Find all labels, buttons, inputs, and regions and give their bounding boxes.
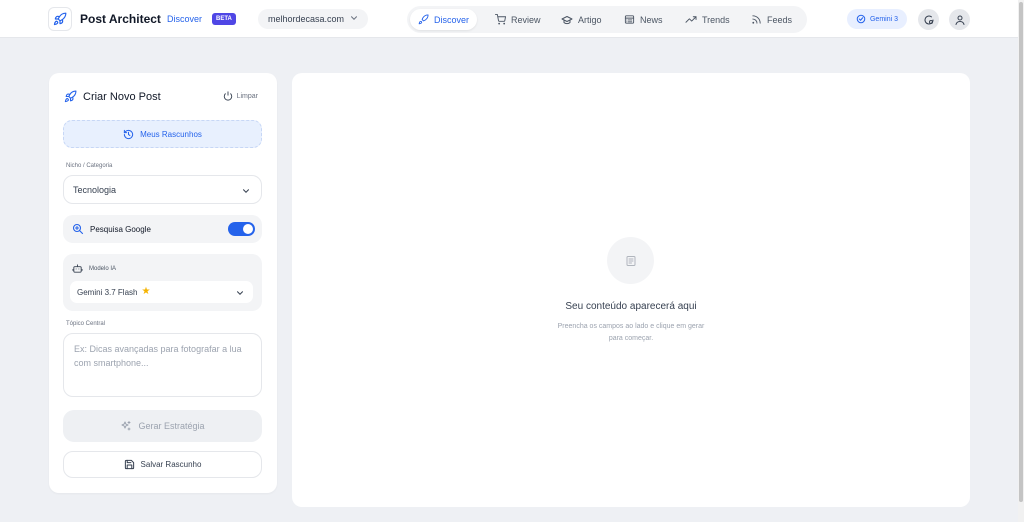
power-icon	[223, 91, 232, 101]
app-subtitle: Discover	[167, 14, 203, 24]
page-scrollbar[interactable]	[1018, 0, 1024, 522]
cart-icon	[495, 14, 506, 25]
topic-label: Tópico Central	[66, 321, 106, 327]
nav-tab-discover[interactable]: Discover	[410, 9, 478, 30]
clear-button-label: Limpar	[236, 92, 258, 100]
panel-title: Criar Novo Post	[64, 90, 161, 103]
user-icon	[955, 15, 964, 25]
check-badge-icon	[856, 14, 866, 24]
robot-icon	[72, 264, 83, 273]
newspaper-icon	[624, 15, 635, 24]
chevron-down-icon	[242, 189, 250, 193]
google-search-toggle[interactable]	[228, 222, 255, 236]
app-logo[interactable]	[48, 7, 72, 31]
nav-tab-news[interactable]: News	[616, 9, 671, 30]
generate-strategy-button[interactable]: Gerar Estratégia	[63, 410, 262, 442]
niche-select[interactable]: Tecnologia	[63, 175, 262, 204]
create-post-panel: Criar Novo Post Limpar Meus Rascunhos Ni…	[49, 73, 277, 493]
topic-textarea[interactable]: Ex: Dicas avançadas para fotografar a lu…	[63, 333, 262, 397]
graduation-cap-icon	[561, 15, 573, 24]
top-header: Post Architect Discover BETA melhordecas…	[0, 0, 1018, 38]
toggle-knob	[243, 224, 253, 234]
panel-title-text: Criar Novo Post	[83, 90, 161, 103]
clear-button[interactable]: Limpar	[223, 91, 258, 101]
main-nav: Discover Review Artigo News Trends Feeds	[407, 6, 807, 33]
empty-state-line-2: para começar.	[608, 335, 654, 342]
save-draft-label: Salvar Rascunho	[140, 460, 202, 469]
my-drafts-label: Meus Rascunhos	[140, 129, 202, 139]
content-area: Seu conteúdo aparecerá aqui Preencha os …	[292, 73, 970, 507]
user-avatar-button[interactable]	[949, 9, 970, 30]
sparkles-icon	[121, 421, 131, 431]
trending-icon	[685, 16, 697, 23]
rocket-icon	[53, 12, 67, 26]
settings-button[interactable]	[918, 9, 939, 30]
save-draft-button[interactable]: Salvar Rascunho	[63, 451, 262, 478]
model-select[interactable]: Gemini 3.7 Flash ★	[70, 281, 253, 303]
nav-tab-trends[interactable]: Trends	[677, 9, 738, 30]
rocket-icon	[64, 90, 77, 103]
document-icon	[626, 255, 635, 266]
rss-icon	[752, 15, 761, 24]
app-title: Post Architect	[80, 12, 161, 26]
model-label: Modelo IA	[72, 263, 116, 274]
nav-tab-feeds[interactable]: Feeds	[743, 9, 800, 30]
nav-tab-label: News	[640, 14, 663, 25]
niche-label: Nicho / Categoria	[66, 163, 113, 169]
chevron-down-icon	[236, 291, 244, 295]
nav-tab-artigo[interactable]: Artigo	[553, 9, 610, 30]
model-section: Modelo IA Gemini 3.7 Flash ★	[63, 254, 262, 311]
site-selector[interactable]: melhordecasa.com	[258, 9, 368, 29]
refresh-shield-icon	[924, 15, 934, 25]
nav-tab-review[interactable]: Review	[487, 9, 549, 30]
niche-select-value: Tecnologia	[73, 184, 117, 195]
site-selector-value: melhordecasa.com	[268, 14, 345, 24]
model-status-pill[interactable]: Gemini 3	[847, 9, 907, 29]
rocket-icon	[418, 14, 429, 25]
beta-badge: BETA	[212, 13, 236, 25]
model-status-label: Gemini 3	[869, 15, 898, 23]
model-select-value: Gemini 3.7 Flash	[77, 287, 138, 297]
google-search-label: Pesquisa Google	[90, 224, 151, 234]
search-globe-icon	[72, 223, 84, 235]
save-icon	[124, 459, 134, 470]
nav-tab-label: Feeds	[767, 14, 793, 25]
scrollbar-thumb[interactable]	[1019, 2, 1023, 502]
empty-state-title: Seu conteúdo aparecerá aqui	[565, 301, 697, 312]
history-icon	[123, 129, 134, 139]
empty-state-line-1: Preencha os campos ao lado e clique em g…	[557, 323, 705, 330]
generate-strategy-label: Gerar Estratégia	[138, 421, 205, 431]
empty-state-subtitle: Preencha os campos ao lado e clique em g…	[292, 321, 970, 345]
my-drafts-button[interactable]: Meus Rascunhos	[63, 120, 262, 148]
model-label-text: Modelo IA	[89, 265, 117, 272]
nav-tab-label: Review	[511, 14, 541, 25]
google-search-row: Pesquisa Google	[63, 215, 262, 243]
star-icon: ★	[141, 286, 151, 297]
nav-tab-label: Artigo	[578, 14, 602, 25]
chevron-down-icon	[350, 16, 358, 20]
nav-tab-label: Trends	[702, 14, 730, 25]
empty-state-icon	[607, 237, 654, 284]
nav-tab-label: Discover	[434, 14, 470, 25]
